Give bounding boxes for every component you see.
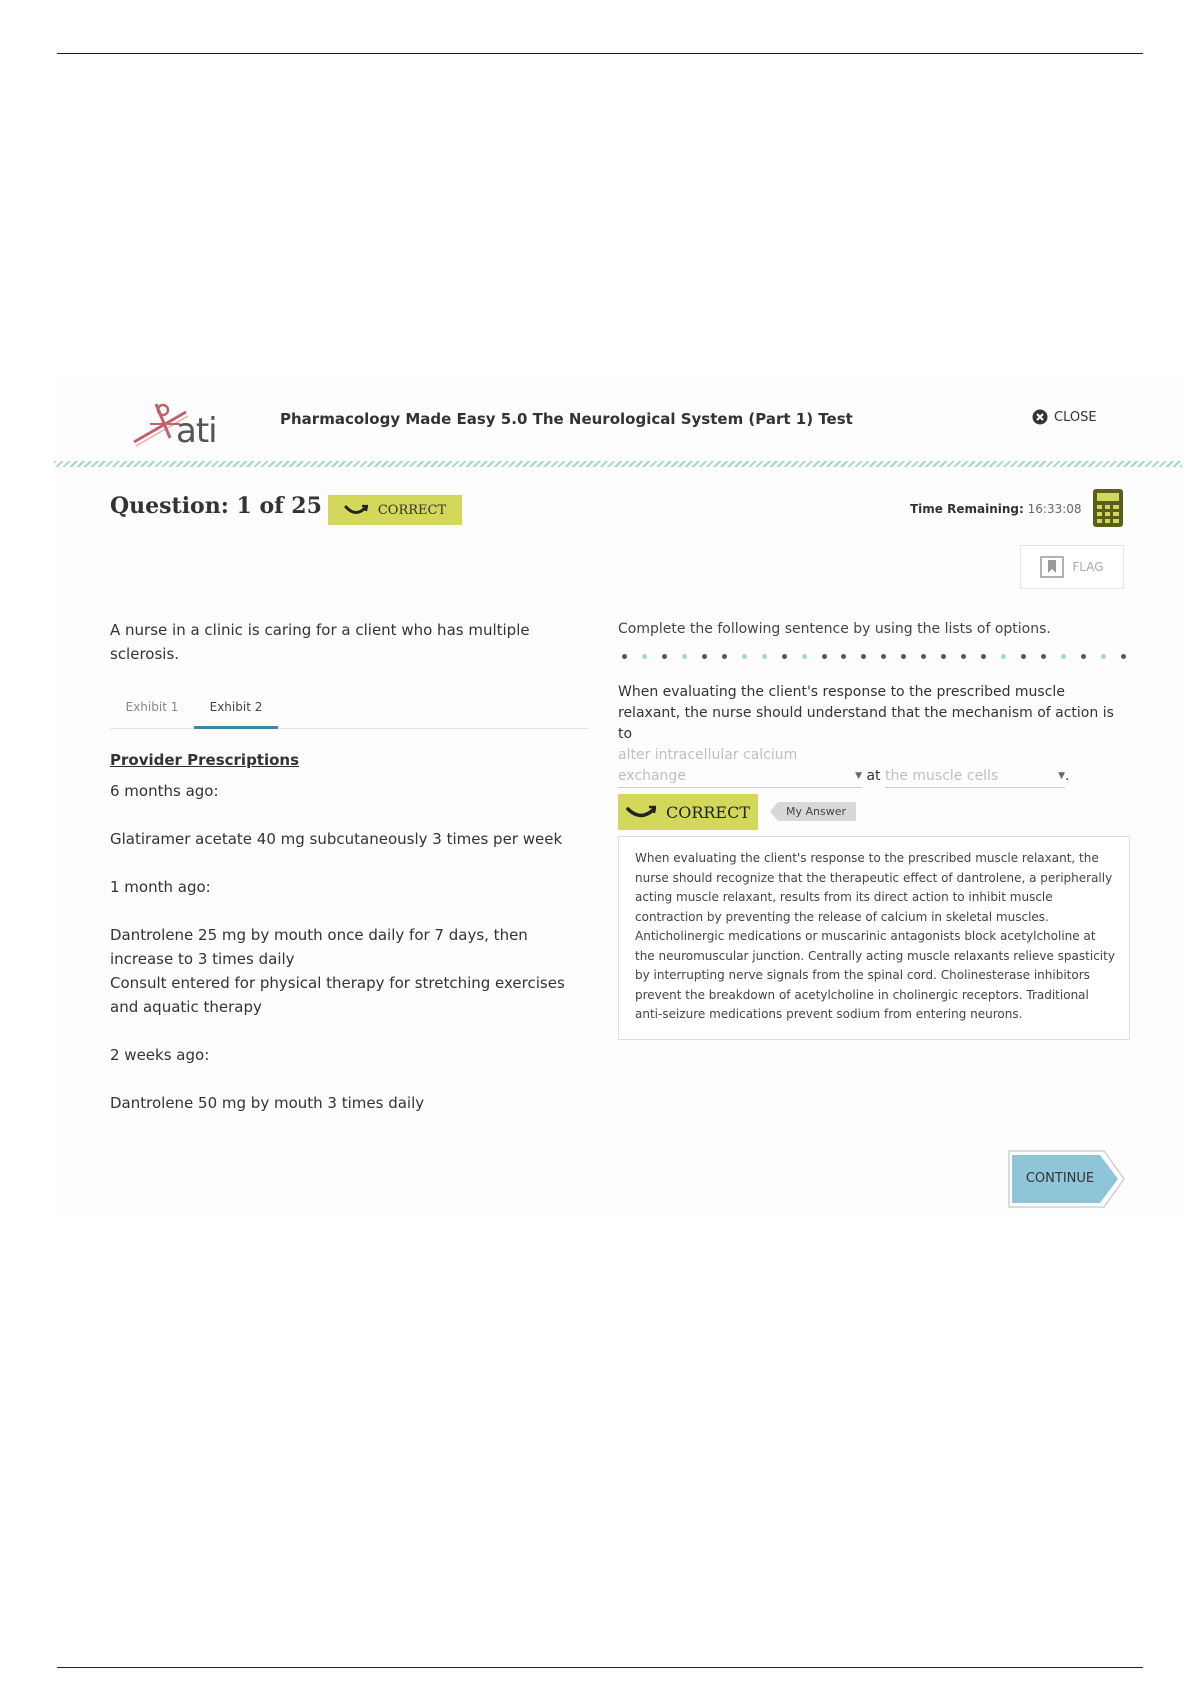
cloze-sentence: When evaluating the client's response to… [618, 682, 1130, 788]
tab-exhibit-1[interactable]: Exhibit 1 [110, 688, 194, 726]
dropdown-location[interactable]: the muscle cells ▼ [884, 766, 1065, 788]
time-remaining: Time Remaining: 16:33:08 [910, 502, 1082, 516]
correct-status-badge: CORRECT [328, 495, 462, 525]
tab-exhibit-2[interactable]: Exhibit 2 [194, 688, 278, 729]
dotted-separator [618, 654, 1130, 664]
question-stem: A nurse in a clinic is caring for a clie… [110, 621, 530, 663]
page-top-rule [57, 53, 1143, 54]
prescription-dantrolene-25: Dantrolene 25 mg by mouth once daily for… [110, 926, 528, 968]
close-label: CLOSE [1054, 409, 1097, 425]
answer-pane: Complete the following sentence by using… [618, 618, 1130, 1040]
answer-correct-badge: CORRECT [618, 794, 758, 830]
page-bottom-rule [57, 1667, 1143, 1668]
time-remaining-label: Time Remaining: [910, 502, 1024, 516]
answer-feedback-row: CORRECT My Answer [618, 794, 1130, 830]
calculator-button[interactable] [1092, 488, 1124, 528]
chevron-down-icon: ▼ [1058, 771, 1065, 781]
checkmark-swoosh-icon [344, 504, 368, 514]
exhibit-tabs: Exhibit 1 Exhibit 2 [110, 688, 588, 729]
time-remaining-value: 16:33:08 [1027, 502, 1082, 516]
prescription-time-2-weeks: 2 weeks ago: [110, 1046, 210, 1064]
dropdown-mechanism-value: alter intracellular calcium exchange [618, 747, 798, 784]
close-circle-icon [1032, 409, 1048, 425]
prescription-physical-therapy: Consult entered for physical therapy for… [110, 974, 565, 1016]
chevron-down-icon: ▼ [855, 771, 862, 781]
bookmark-flag-icon [1040, 556, 1065, 578]
my-answer-tag[interactable]: My Answer [770, 802, 856, 821]
header-divider [54, 461, 1182, 467]
continue-button[interactable]: CONTINUE [1008, 1150, 1126, 1208]
sentence-part-1: When evaluating the client's response to… [618, 684, 1114, 742]
answer-instruction: Complete the following sentence by using… [618, 621, 1051, 637]
dropdown-location-value: the muscle cells [884, 768, 999, 784]
correct-status-label: CORRECT [377, 502, 447, 518]
rationale-box: When evaluating the client's response to… [618, 836, 1130, 1040]
continue-label: CONTINUE [1025, 1171, 1095, 1186]
prescription-time-1-month: 1 month ago: [110, 878, 211, 896]
sentence-part-2: at [866, 768, 881, 784]
exhibit-heading: Provider Prescriptions [110, 751, 300, 769]
ati-test-window: ati Pharmacology Made Easy 5.0 The Neuro… [54, 378, 1184, 1218]
answer-correct-label: CORRECT [665, 802, 751, 822]
flag-button[interactable]: FLAG [1020, 545, 1124, 589]
prescription-glatiramer: Glatiramer acetate 40 mg subcutaneously … [110, 830, 563, 848]
question-stem-pane: A nurse in a clinic is caring for a clie… [110, 618, 588, 1115]
test-title: Pharmacology Made Easy 5.0 The Neurologi… [280, 410, 853, 428]
flag-label: FLAG [1072, 560, 1104, 574]
ati-logo-text: ati [176, 411, 218, 451]
question-counter: Question: 1 of 25 [110, 493, 322, 519]
prescription-time-6-months: 6 months ago: [110, 782, 219, 800]
prescription-dantrolene-50: Dantrolene 50 mg by mouth 3 times daily [110, 1094, 425, 1112]
sentence-end: . [1064, 768, 1070, 784]
close-button[interactable]: CLOSE [1032, 409, 1097, 425]
dropdown-mechanism[interactable]: alter intracellular calcium exchange ▼ [618, 745, 862, 788]
calculator-icon [1093, 489, 1123, 527]
checkmark-swoosh-icon [626, 805, 656, 818]
